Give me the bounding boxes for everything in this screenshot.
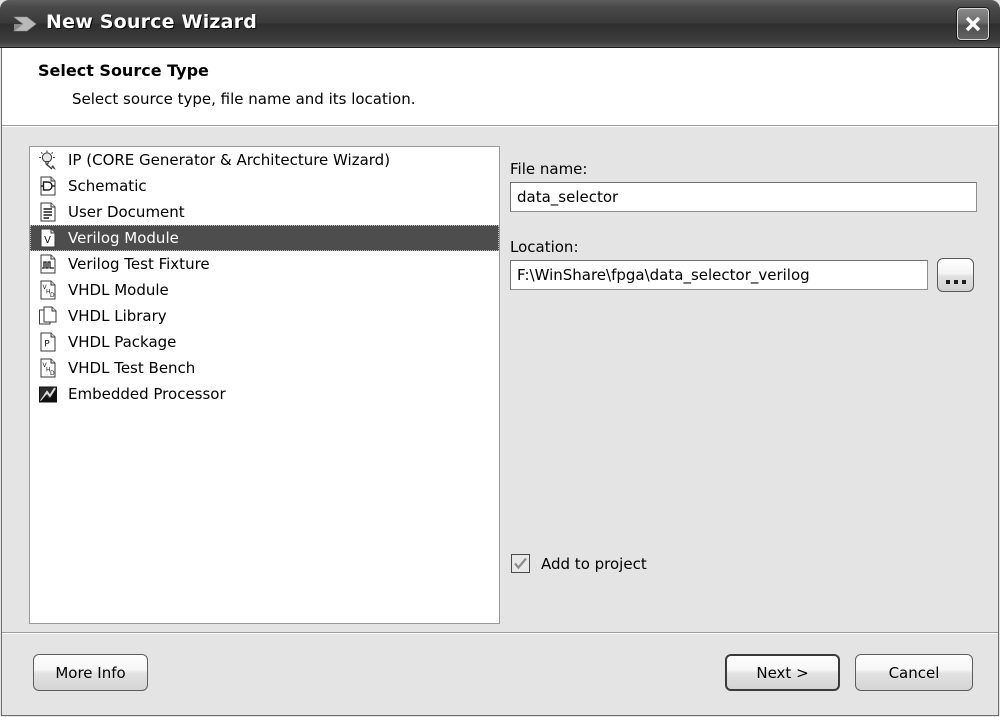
list-item-label: VHDL Package xyxy=(68,333,177,351)
list-item-label: Verilog Module xyxy=(68,229,179,247)
wizard-arrow-icon xyxy=(13,13,39,35)
user-document-icon xyxy=(34,200,62,224)
add-to-project-row[interactable]: Add to project xyxy=(511,554,647,573)
list-item-label: VHDL Library xyxy=(68,307,167,325)
new-source-wizard-dialog: New Source Wizard Select Source Type Sel… xyxy=(0,0,1000,717)
schematic-icon xyxy=(34,174,62,198)
list-item-label: Verilog Test Fixture xyxy=(68,255,210,273)
browse-ellipsis-button[interactable] xyxy=(937,258,974,292)
list-item[interactable]: V H D VHDL Module xyxy=(30,277,499,303)
list-item-label: User Document xyxy=(68,203,185,221)
vhdl-library-icon xyxy=(34,304,62,328)
vhdl-module-icon: VHD xyxy=(34,278,62,302)
source-type-list[interactable]: IP (CORE Generator & Architecture Wizard… xyxy=(29,146,500,624)
ellipsis-dot xyxy=(945,280,950,284)
svg-text:P: P xyxy=(44,340,50,350)
verilog-test-fixture-icon xyxy=(34,252,62,276)
list-item[interactable]: Verilog Test Fixture xyxy=(30,251,499,277)
dialog-client-area: Select Source Type Select source type, f… xyxy=(1,48,999,716)
page-title: Select Source Type xyxy=(38,61,209,80)
vhdl-test-bench-icon: VHD xyxy=(34,356,62,380)
svg-text:D: D xyxy=(50,292,55,299)
file-name-label: File name: xyxy=(510,160,588,178)
cancel-button[interactable]: Cancel xyxy=(855,654,973,691)
vhdl-package-icon: P xyxy=(34,330,62,354)
location-input[interactable]: F:\WinShare\fpga\data_selector_verilog xyxy=(510,260,928,290)
file-name-input[interactable]: data_selector xyxy=(510,182,977,212)
ellipsis-dot xyxy=(953,280,958,284)
window-title: New Source Wizard xyxy=(46,11,258,33)
list-item[interactable]: Embedded Processor xyxy=(30,381,499,407)
list-item[interactable]: User Document xyxy=(30,199,499,225)
ip-core-generator-icon xyxy=(34,148,62,172)
svg-text:D: D xyxy=(50,370,55,377)
more-info-button[interactable]: More Info xyxy=(33,654,148,691)
ellipsis-dot xyxy=(961,280,966,284)
add-to-project-label: Add to project xyxy=(541,554,647,573)
next-button[interactable]: Next > xyxy=(725,654,840,691)
file-details-pane: File name: data_selector Location: F:\Wi… xyxy=(507,146,977,624)
list-item[interactable]: V H D VHDL Test Bench xyxy=(30,355,499,381)
list-item[interactable]: P VHDL Package xyxy=(30,329,499,355)
footer-separator xyxy=(2,632,998,634)
title-bar: New Source Wizard xyxy=(0,0,1000,48)
header-band: Select Source Type Select source type, f… xyxy=(2,48,998,127)
location-label: Location: xyxy=(510,238,579,256)
page-subtitle: Select source type, file name and its lo… xyxy=(72,90,416,108)
list-item[interactable]: IP (CORE Generator & Architecture Wizard… xyxy=(30,147,499,173)
svg-text:V: V xyxy=(44,235,51,246)
list-item[interactable]: VHDL Library xyxy=(30,303,499,329)
list-item-label: IP (CORE Generator & Architecture Wizard… xyxy=(68,151,391,169)
verilog-module-icon: V xyxy=(34,226,62,250)
list-item[interactable]: Schematic xyxy=(30,173,499,199)
close-icon[interactable] xyxy=(957,8,989,40)
list-item-label: Schematic xyxy=(68,177,147,195)
list-item-label: Embedded Processor xyxy=(68,385,226,403)
list-item[interactable]: V Verilog Module xyxy=(30,225,499,251)
embedded-processor-icon xyxy=(34,382,62,406)
list-item-label: VHDL Test Bench xyxy=(68,359,196,377)
add-to-project-checkbox[interactable] xyxy=(511,554,530,573)
list-item-label: VHDL Module xyxy=(68,281,169,299)
